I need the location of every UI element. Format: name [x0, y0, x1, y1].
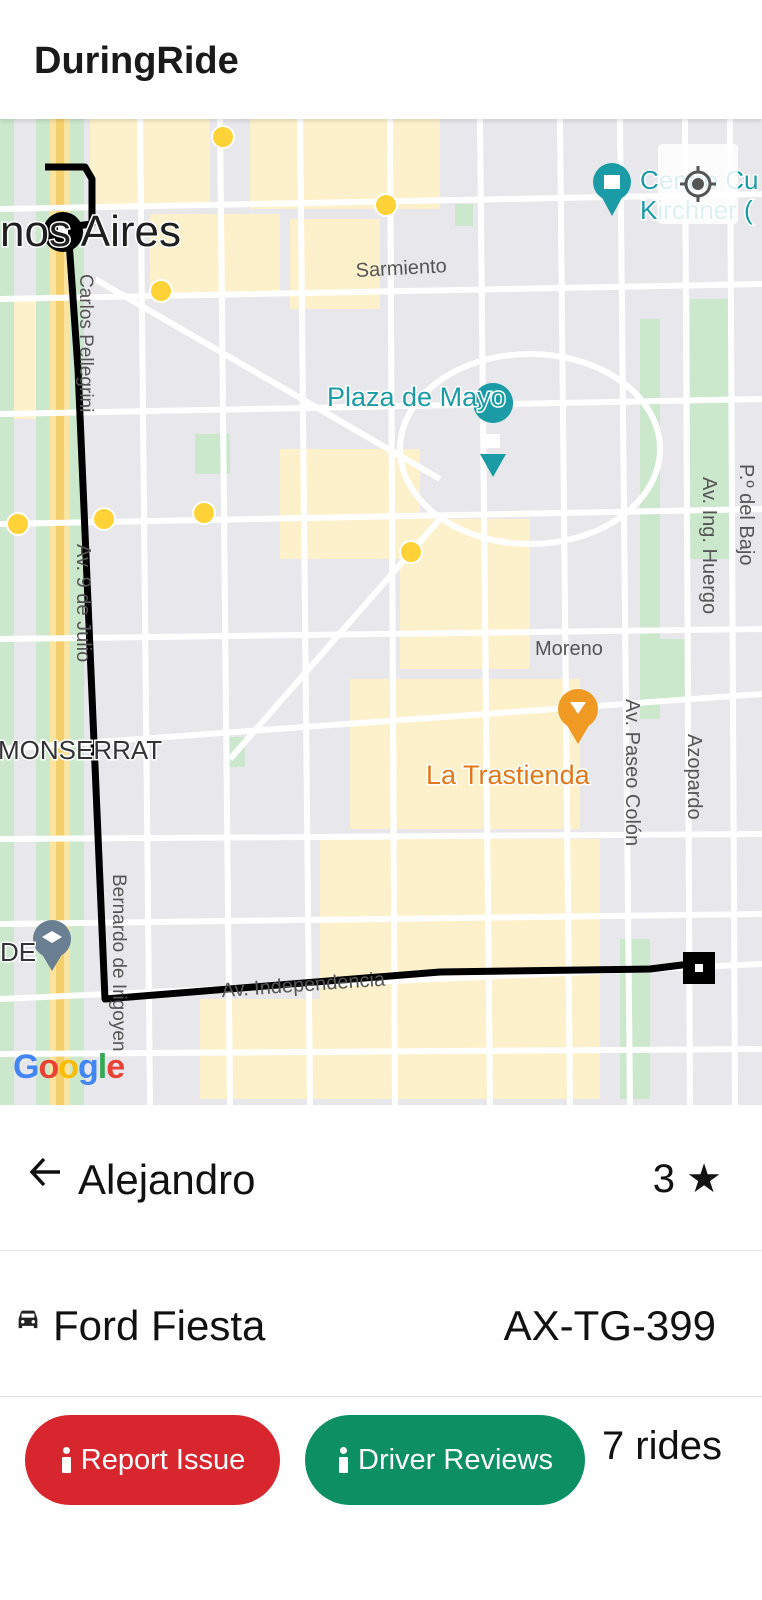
google-letter: g [78, 1048, 99, 1086]
google-letter: l [97, 1048, 108, 1086]
map-label-julio: Av. 9 de Julio [72, 544, 94, 662]
arrow-back-icon[interactable] [28, 1154, 64, 1190]
report-issue-button[interactable]: Report Issue [25, 1415, 280, 1505]
map-label-huergo: Av. Ing. Huergo [698, 477, 720, 614]
museum-pin-icon[interactable] [593, 163, 631, 216]
report-issue-label: Report Issue [80, 1443, 246, 1476]
driver-reviews-label: Driver Reviews [358, 1443, 553, 1476]
google-letter: o [58, 1048, 79, 1086]
crosshair-icon [680, 166, 716, 202]
info-icon [60, 1447, 72, 1473]
car-icon [18, 1310, 38, 1329]
driver-name: Alejandro [78, 1156, 256, 1203]
map-label-bernardo: Bernardo de Irigoyen [108, 874, 129, 1051]
map-canvas[interactable]: nos Aires Sarmiento Plaza de Mayo Carlos… [0, 119, 762, 1105]
map-label-plaza: Plaza de Mayo [327, 382, 506, 412]
map-label-carlos: Carlos Pellegrini [75, 274, 96, 412]
google-logo: Google [13, 1048, 125, 1087]
driver-reviews-button[interactable]: Driver Reviews [305, 1415, 585, 1505]
map-label-de: DE [0, 937, 36, 967]
map-label-monserrat: MONSERRAT [0, 735, 162, 765]
map-label-azopardo: Azopardo [683, 734, 705, 820]
map-label-sarmiento: Sarmiento [355, 255, 447, 282]
map-label-paseo: Av. Paseo Colón [621, 699, 643, 846]
app-title: DuringRide [34, 40, 239, 82]
map-view[interactable]: nos Aires Sarmiento Plaza de Mayo Carlos… [0, 119, 762, 1105]
license-plate: AX-TG-399 [503, 1302, 716, 1349]
ride-count: 7 rides [601, 1424, 722, 1468]
google-letter: o [38, 1048, 59, 1086]
google-letter: G [13, 1048, 39, 1086]
vehicle-model: Ford Fiesta [53, 1302, 266, 1349]
app-bar: DuringRide [0, 0, 762, 119]
my-location-button[interactable] [658, 144, 738, 224]
map-label-moreno: Moreno [535, 638, 603, 660]
google-letter: e [106, 1048, 125, 1086]
map-label-trastienda: La Trastienda [426, 760, 591, 790]
map-label-bajo: P.º del Bajo [735, 464, 757, 565]
map-label-city: nos Aires [0, 207, 181, 256]
info-icon [337, 1447, 349, 1473]
driver-rating: 3 ★ [652, 1157, 722, 1201]
